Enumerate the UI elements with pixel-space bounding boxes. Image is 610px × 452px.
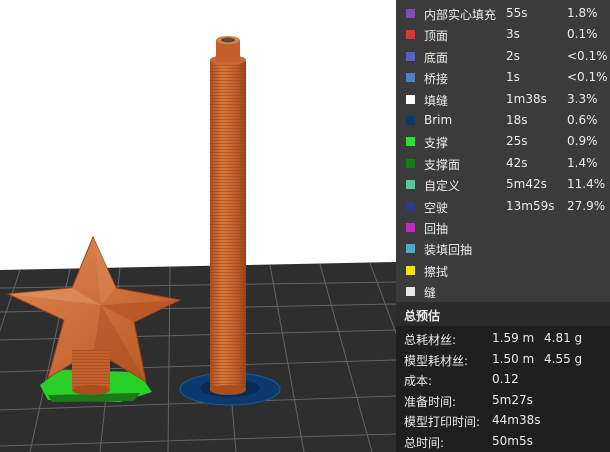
- legend-swatch: [406, 265, 415, 275]
- legend-name: 顶面: [424, 29, 449, 44]
- legend-name: 底面: [424, 50, 449, 65]
- legend-swatch: [406, 73, 415, 83]
- summary-label: 成本:: [404, 374, 433, 388]
- legend-time: 1m38s: [506, 91, 547, 106]
- legend-item[interactable]: 桥接 1s <0.1%: [396, 67, 610, 89]
- summary-value-weight: 4.81 g: [544, 331, 583, 345]
- legend-time: 1s: [506, 70, 520, 85]
- legend-item[interactable]: 填缝 1m38s 3.3%: [396, 89, 610, 111]
- legend-item[interactable]: Brim 18s 0.6%: [396, 110, 610, 132]
- legend-swatch: [406, 287, 415, 297]
- legend-name: 缝: [424, 286, 437, 301]
- legend-time: 5m42s: [506, 177, 547, 192]
- summary-label: 模型打印时间:: [404, 415, 481, 429]
- legend-item[interactable]: 内部实心填充 55s 1.8%: [396, 3, 610, 25]
- legend-item[interactable]: 自定义 5m42s 11.4%: [396, 174, 610, 196]
- legend-swatch: [406, 30, 415, 40]
- summary-row: 成本: 0.12: [396, 369, 610, 389]
- summary-label: 总耗材丝:: [404, 333, 457, 347]
- legend-swatch: [406, 201, 415, 211]
- slice-stats-panel: 内部实心填充 55s 1.8% 顶面 3s 0.1% 底面 2s <0.1% 桥接 1s <0.1% 填…: [396, 0, 610, 452]
- legend-item[interactable]: 装填回抽: [396, 238, 610, 260]
- summary-row: 准备时间: 5m27s: [396, 390, 610, 410]
- summary-value: 1.59 m: [492, 331, 535, 345]
- legend-percent: 0.1%: [567, 27, 598, 42]
- preview-scene: [0, 36, 396, 452]
- summary-value: 1.50 m: [492, 351, 535, 366]
- summary-label: 总时间:: [404, 435, 445, 450]
- legend-time: 13m59s: [506, 198, 555, 213]
- legend-item[interactable]: 回抽: [396, 217, 610, 239]
- legend-item[interactable]: 擦拭: [396, 260, 610, 282]
- legend-swatch: [406, 94, 415, 104]
- legend-item[interactable]: 缝: [396, 281, 610, 303]
- summary-row: 模型打印时间: 44m38s: [396, 410, 610, 430]
- legend-name: 装填回抽: [424, 243, 473, 258]
- legend-name: 自定义: [424, 179, 461, 194]
- legend-percent: 0.9%: [567, 134, 598, 149]
- legend-percent: <0.1%: [567, 48, 608, 63]
- legend-percent: 1.8%: [567, 6, 598, 20]
- legend-time: 3s: [506, 27, 520, 42]
- legend-swatch: [406, 223, 415, 232]
- legend-percent: 0.6%: [567, 113, 598, 127]
- summary-value: 44m38s: [492, 413, 541, 427]
- legend-swatch: [406, 180, 415, 190]
- legend-item[interactable]: 底面 2s <0.1%: [396, 46, 610, 68]
- legend-name: 填缝: [424, 93, 449, 108]
- legend-name: 回抽: [424, 222, 449, 236]
- legend-time: 18s: [506, 113, 528, 127]
- summary-value: 0.12: [492, 372, 519, 386]
- legend-item[interactable]: 支撑面 42s 1.4%: [396, 153, 610, 175]
- legend-time: 25s: [506, 134, 528, 149]
- legend-name: 支撑: [424, 136, 449, 151]
- summary-value: 5m27s: [492, 392, 533, 407]
- summary-row: 总时间: 50m5s: [396, 431, 610, 451]
- legend-name: 擦拭: [424, 264, 449, 279]
- legend-time: 2s: [506, 48, 520, 63]
- estimate-summary: 总预估 总耗材丝: 1.59 m 4.81 g 模型耗材丝: 1.50 m 4.55 g 成…: [396, 302, 610, 452]
- summary-label: 准备时间:: [404, 394, 457, 409]
- legend-percent: 11.4%: [567, 177, 606, 192]
- legend-name: Brim: [424, 113, 453, 127]
- legend-name: 空驶: [424, 200, 449, 215]
- legend-swatch: [406, 158, 415, 168]
- legend-percent: 3.3%: [567, 91, 598, 106]
- legend-name: 支撑面: [424, 157, 461, 172]
- legend-name: 桥接: [424, 72, 449, 87]
- legend-name: 内部实心填充: [424, 8, 497, 22]
- legend-percent: 27.9%: [567, 198, 606, 213]
- legend-percent: 1.4%: [567, 155, 598, 170]
- summary-title: 总预估: [404, 309, 441, 323]
- legend-item[interactable]: 顶面 3s 0.1%: [396, 24, 610, 46]
- summary-value-weight: 4.55 g: [544, 351, 583, 366]
- legend-swatch: [406, 244, 415, 254]
- legend-swatch: [406, 116, 415, 125]
- legend-item[interactable]: 空驶 13m59s 27.9%: [396, 196, 610, 218]
- legend-swatch: [406, 137, 415, 147]
- summary-row: 总耗材丝: 1.59 m 4.81 g: [396, 328, 610, 348]
- legend-time: 42s: [506, 155, 528, 170]
- summary-label: 模型耗材丝:: [404, 353, 469, 368]
- legend-percent: <0.1%: [567, 70, 608, 85]
- legend-time: 55s: [506, 6, 528, 20]
- summary-value: 50m5s: [492, 433, 533, 448]
- legend-swatch: [406, 9, 415, 18]
- summary-body: 总耗材丝: 1.59 m 4.81 g 模型耗材丝: 1.50 m 4.55 g 成本: 0.…: [396, 326, 610, 452]
- 3d-preview-viewport[interactable]: [0, 0, 396, 452]
- legend-swatch: [406, 51, 415, 61]
- legend-item[interactable]: 支撑 25s 0.9%: [396, 131, 610, 153]
- summary-row: 模型耗材丝: 1.50 m 4.55 g: [396, 349, 610, 369]
